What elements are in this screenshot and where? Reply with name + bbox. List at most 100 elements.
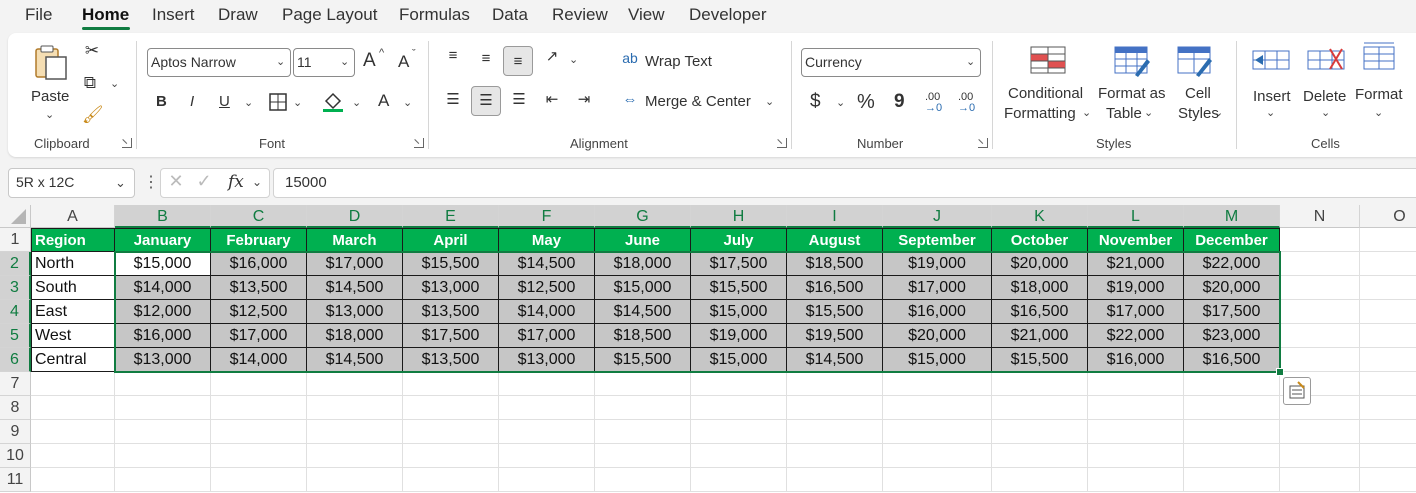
empty-cell[interactable]: [115, 468, 211, 492]
value-cell[interactable]: $20,000: [992, 252, 1088, 276]
empty-cell[interactable]: [883, 468, 992, 492]
table-header-cell[interactable]: June: [595, 228, 691, 252]
value-cell[interactable]: $17,000: [211, 324, 307, 348]
empty-cell[interactable]: [307, 396, 403, 420]
empty-cell[interactable]: [1184, 468, 1280, 492]
value-cell[interactable]: $13,500: [211, 276, 307, 300]
column-header-f[interactable]: F: [499, 205, 595, 228]
value-cell[interactable]: $17,000: [883, 276, 992, 300]
value-cell[interactable]: $15,500: [787, 300, 883, 324]
value-cell[interactable]: $16,000: [883, 300, 992, 324]
empty-cell[interactable]: [595, 372, 691, 396]
value-cell[interactable]: $15,000: [691, 348, 787, 372]
value-cell[interactable]: $14,500: [499, 252, 595, 276]
conditional-formatting-icon[interactable]: [1029, 45, 1067, 80]
empty-cell[interactable]: [992, 420, 1088, 444]
align-middle-icon[interactable]: ≡: [475, 50, 497, 67]
empty-cell[interactable]: [1088, 420, 1184, 444]
empty-cell[interactable]: [115, 420, 211, 444]
value-cell[interactable]: $12,000: [115, 300, 211, 324]
empty-cell[interactable]: [499, 420, 595, 444]
value-cell[interactable]: $15,500: [992, 348, 1088, 372]
menu-insert[interactable]: Insert: [152, 5, 195, 25]
wrap-text-icon[interactable]: ab: [619, 50, 641, 66]
empty-cell[interactable]: [403, 468, 499, 492]
row-header-3[interactable]: 3: [0, 276, 31, 300]
row-header-7[interactable]: 7: [0, 372, 31, 396]
value-cell[interactable]: $14,500: [307, 276, 403, 300]
empty-cell[interactable]: [1280, 324, 1360, 348]
value-cell[interactable]: $12,500: [499, 276, 595, 300]
empty-cell[interactable]: [1184, 444, 1280, 468]
empty-cell[interactable]: [1088, 468, 1184, 492]
empty-cell[interactable]: [595, 468, 691, 492]
empty-cell[interactable]: [403, 372, 499, 396]
number-format-select[interactable]: Currency ⌄: [801, 48, 981, 77]
table-header-cell[interactable]: January: [115, 228, 211, 252]
value-cell[interactable]: $22,000: [1088, 324, 1184, 348]
copy-dropdown-icon[interactable]: ⌄: [110, 77, 119, 90]
empty-cell[interactable]: [115, 444, 211, 468]
insert-cells-icon[interactable]: [1251, 45, 1291, 80]
cell-styles-label-2[interactable]: Styles: [1178, 105, 1219, 122]
empty-cell[interactable]: [1360, 228, 1416, 252]
currency-dropdown-icon[interactable]: ⌄: [836, 96, 845, 109]
fill-color-icon[interactable]: [321, 89, 345, 118]
table-header-cell[interactable]: February: [211, 228, 307, 252]
format-as-table-label-2[interactable]: Table: [1106, 105, 1142, 122]
empty-cell[interactable]: [883, 396, 992, 420]
orientation-dropdown-icon[interactable]: ⌄: [569, 53, 578, 66]
empty-cell[interactable]: [31, 420, 115, 444]
empty-cell[interactable]: [691, 420, 787, 444]
empty-cell[interactable]: [211, 372, 307, 396]
grow-font-button[interactable]: A: [363, 50, 376, 72]
empty-cell[interactable]: [403, 444, 499, 468]
empty-cell[interactable]: [211, 396, 307, 420]
value-cell[interactable]: $14,000: [211, 348, 307, 372]
empty-cell[interactable]: [1088, 396, 1184, 420]
empty-cell[interactable]: [787, 396, 883, 420]
clipboard-launcher-icon[interactable]: [122, 138, 132, 148]
insert-cells-label[interactable]: Insert: [1253, 88, 1291, 105]
empty-cell[interactable]: [1360, 276, 1416, 300]
value-cell[interactable]: $21,000: [992, 324, 1088, 348]
empty-cell[interactable]: [31, 444, 115, 468]
empty-cell[interactable]: [787, 372, 883, 396]
empty-cell[interactable]: [691, 372, 787, 396]
value-cell[interactable]: $16,500: [787, 276, 883, 300]
value-cell[interactable]: $18,500: [595, 324, 691, 348]
font-family-select[interactable]: Aptos Narrow ⌄: [147, 48, 291, 77]
empty-cell[interactable]: [307, 372, 403, 396]
orientation-icon[interactable]: ↗: [541, 47, 563, 65]
empty-cell[interactable]: [1184, 420, 1280, 444]
copy-icon[interactable]: ⧉: [80, 73, 100, 93]
align-top-icon[interactable]: ≡: [442, 47, 464, 64]
row-header-1[interactable]: 1: [0, 228, 31, 252]
value-cell[interactable]: $20,000: [1184, 276, 1280, 300]
increase-decimal-button[interactable]: .00 →0: [923, 91, 949, 117]
value-cell[interactable]: $15,500: [403, 252, 499, 276]
column-header-i[interactable]: I: [787, 205, 883, 228]
number-launcher-icon[interactable]: [978, 138, 988, 148]
table-header-cell[interactable]: November: [1088, 228, 1184, 252]
empty-cell[interactable]: [499, 468, 595, 492]
value-cell[interactable]: $17,000: [1088, 300, 1184, 324]
value-cell[interactable]: $13,000: [307, 300, 403, 324]
menu-data[interactable]: Data: [492, 5, 528, 25]
merge-dropdown-icon[interactable]: ⌄: [765, 95, 774, 108]
align-left-icon[interactable]: ☰: [442, 90, 464, 108]
more-options-icon[interactable]: ⋮: [143, 172, 159, 192]
column-header-b[interactable]: B: [115, 205, 211, 228]
empty-cell[interactable]: [499, 396, 595, 420]
empty-cell[interactable]: [211, 420, 307, 444]
value-cell[interactable]: $12,500: [211, 300, 307, 324]
empty-cell[interactable]: [992, 396, 1088, 420]
underline-button[interactable]: U: [219, 93, 230, 110]
empty-cell[interactable]: [1360, 372, 1416, 396]
wrap-text-button[interactable]: Wrap Text: [645, 53, 712, 70]
empty-cell[interactable]: [691, 396, 787, 420]
name-box[interactable]: 5R x 12C ⌄: [8, 168, 135, 198]
empty-cell[interactable]: [307, 420, 403, 444]
table-header-cell[interactable]: September: [883, 228, 992, 252]
value-cell[interactable]: $17,000: [307, 252, 403, 276]
